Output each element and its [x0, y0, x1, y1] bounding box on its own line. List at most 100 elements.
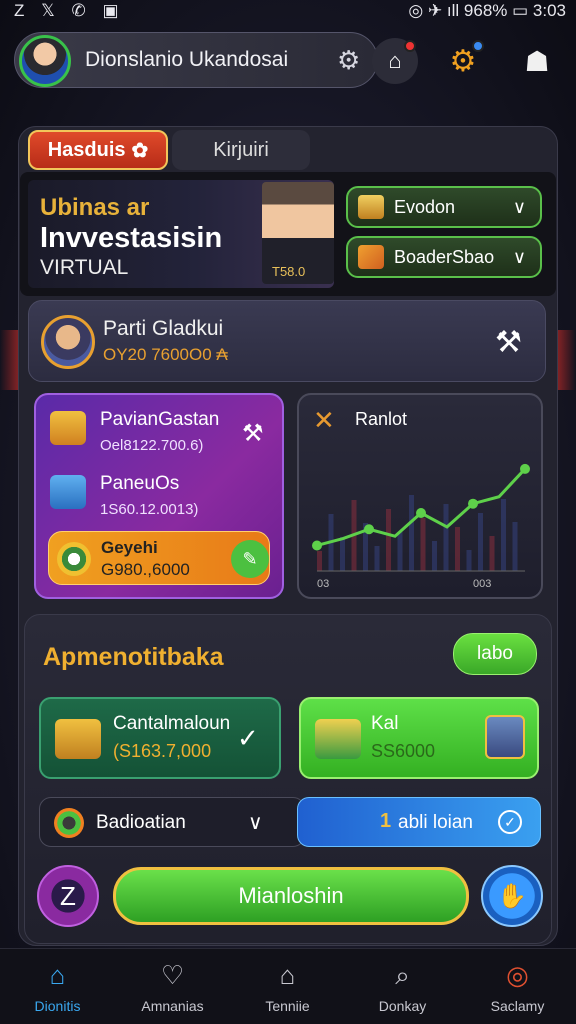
ghost-character-icon: ☗	[524, 45, 550, 77]
ring-icon	[54, 808, 84, 838]
handshake-icon: ✿	[131, 139, 149, 162]
profile-pill[interactable]: Dionslanio Ukandosai ⚙	[14, 32, 378, 88]
nav-label: Tenniie	[265, 998, 310, 1014]
evodon-dropdown[interactable]: Evodon ∨	[346, 186, 542, 228]
promo-banner[interactable]: Ubinas ar Invvestasisin VIRTUAL T58.0	[28, 180, 334, 288]
home-icon: ⌂	[49, 960, 66, 990]
wallet-card: PavianGastan Oel8122.700.6) ⚒ PaneuOs 1S…	[34, 393, 284, 599]
mianloshin-button[interactable]: Mianloshin	[113, 867, 469, 925]
notification-button[interactable]: ⌂	[372, 38, 418, 84]
badioatian-select[interactable]: Badioatian ∨	[39, 797, 305, 847]
line-chart: 03 003	[312, 463, 530, 590]
data-point	[468, 498, 478, 509]
card-name: Kal	[371, 713, 399, 734]
tools-icon	[358, 245, 384, 269]
candle-bar	[317, 551, 322, 571]
data-point	[312, 540, 322, 551]
candle-bar	[443, 504, 449, 571]
banner-title: Invvestasisin	[40, 222, 223, 254]
hero-section: Ubinas ar Invvestasisin VIRTUAL T58.0 Ev…	[20, 172, 556, 296]
profile-name: Dionslanio Ukandosai	[85, 48, 289, 71]
tab-kirjuiri[interactable]: Kirjuiri	[172, 130, 310, 170]
status-left-icons: Z 𝕏 ✆ ▣	[14, 1, 125, 20]
dropdown-label: BoaderSbao	[394, 246, 495, 267]
gold-box-icon	[358, 195, 384, 219]
wallet-item-value: Oel8122.700.6)	[100, 437, 204, 454]
check-circle-icon: ✓	[498, 810, 522, 834]
highlight-title: Geyehi	[101, 538, 158, 557]
chart-title: Ranlot	[355, 409, 408, 429]
candle-bar	[455, 527, 460, 571]
tab-label: Hasduis	[47, 138, 126, 161]
gold-boxes-icon	[55, 719, 101, 759]
blue-gift-box-icon	[50, 475, 86, 509]
gear-settings-button[interactable]: ⚙	[440, 38, 486, 84]
nav-item-tenniie[interactable]: ⌂ Tenniie	[230, 949, 345, 1024]
chevron-down-icon: ∨	[248, 812, 263, 834]
house-outline-icon: ⌂	[279, 960, 296, 990]
banner-person-value: T58.0	[272, 264, 306, 279]
gear-badge-icon	[472, 40, 484, 52]
x-tick-label: 03	[317, 578, 329, 590]
handshake-icon: ✋	[497, 882, 527, 910]
chevron-down-icon: ∨	[512, 196, 526, 217]
select-prefix: 1	[380, 810, 392, 832]
chevron-down-icon: ∨	[512, 246, 526, 267]
settings-gear-icon[interactable]: ⚙	[337, 45, 360, 76]
treasure-chest-icon	[50, 411, 86, 445]
candle-bar	[432, 541, 437, 571]
z-button[interactable]: Z	[37, 865, 99, 927]
highlight-go-button[interactable]: ✎	[231, 540, 269, 578]
checkmark-icon: ✓	[237, 723, 259, 753]
nav-item-donkay[interactable]: ⌕ Donkay	[345, 949, 460, 1024]
candle-bar	[501, 499, 506, 571]
candle-bar	[489, 536, 495, 571]
status-right-info: ◎ ✈ ıll 968% ▭ 3:03	[408, 1, 566, 20]
nav-item-saclamy[interactable]: ◎ Saclamy	[460, 949, 575, 1024]
candle-bar	[478, 513, 483, 571]
boadersbao-dropdown[interactable]: BoaderSbao ∨	[346, 236, 542, 278]
player-card[interactable]: Parti Gladkui OY20 7600O0 ₳ ⚒	[28, 300, 546, 382]
tab-hasduis[interactable]: Hasduis ✿	[28, 130, 168, 170]
hammer-action-icon[interactable]: ⚒	[495, 325, 522, 360]
candle-bar	[466, 550, 472, 571]
pencil-icon: ✎	[242, 548, 258, 569]
bottom-navigation: ⌂ Dionitis ♡ Amnanias ⌂ Tenniie ⌕ Donkay…	[0, 948, 576, 1024]
highlight-bar[interactable]: Geyehi G980.,6000 ✎	[48, 531, 270, 585]
nav-label: Dionitis	[34, 998, 81, 1014]
handshake-round-button[interactable]: ✋	[481, 865, 543, 927]
player-avatar	[41, 315, 95, 369]
candle-bar	[420, 518, 426, 571]
abli-loian-select[interactable]: 1 abli loian ✓	[297, 797, 541, 847]
nav-item-amnanias[interactable]: ♡ Amnanias	[115, 949, 230, 1024]
labo-button[interactable]: labo	[453, 633, 537, 675]
wallet-item-value: 1S60.12.0013)	[100, 501, 199, 518]
chart-card[interactable]: ✕ Ranlot 03 003	[297, 393, 543, 599]
nav-label: Donkay	[378, 998, 427, 1014]
candle-bar	[386, 509, 391, 571]
player-balance: OY20 7600O0 ₳	[103, 345, 228, 364]
kal-card[interactable]: Kal SS6000	[299, 697, 539, 779]
card-value: (S163.7,000	[113, 741, 212, 761]
cantalmaloun-card[interactable]: Cantalmaloun (S163.7,000 ✓	[39, 697, 281, 779]
data-point	[364, 524, 374, 535]
neon-light-left	[0, 330, 18, 390]
hammer-icon[interactable]: ⚒	[242, 419, 264, 448]
status-bar: Z 𝕏 ✆ ▣ ◎ ✈ ıll 968% ▭ 3:03	[0, 0, 576, 22]
avatar[interactable]	[19, 35, 71, 87]
data-point	[416, 508, 426, 518]
coin-target-icon	[57, 542, 91, 576]
select-label: abli loian	[398, 812, 473, 833]
notification-badge-icon	[404, 40, 416, 52]
apmenotitbaka-section: Apmenotitbaka labo Cantalmaloun (S163.7,…	[24, 614, 552, 944]
dropdown-label: Evodon	[394, 196, 456, 217]
shopping-bag-icon	[485, 715, 525, 759]
x-tick-label: 003	[473, 578, 491, 590]
nav-item-dionitis[interactable]: ⌂ Dionitis	[0, 949, 115, 1024]
candle-bar	[397, 532, 403, 571]
banner-subtitle: VIRTUAL	[40, 256, 129, 279]
search-icon: ⌕	[395, 960, 410, 990]
section-title: Apmenotitbaka	[43, 643, 224, 671]
candle-bar	[512, 522, 518, 571]
character-button[interactable]: ☗	[514, 38, 560, 84]
